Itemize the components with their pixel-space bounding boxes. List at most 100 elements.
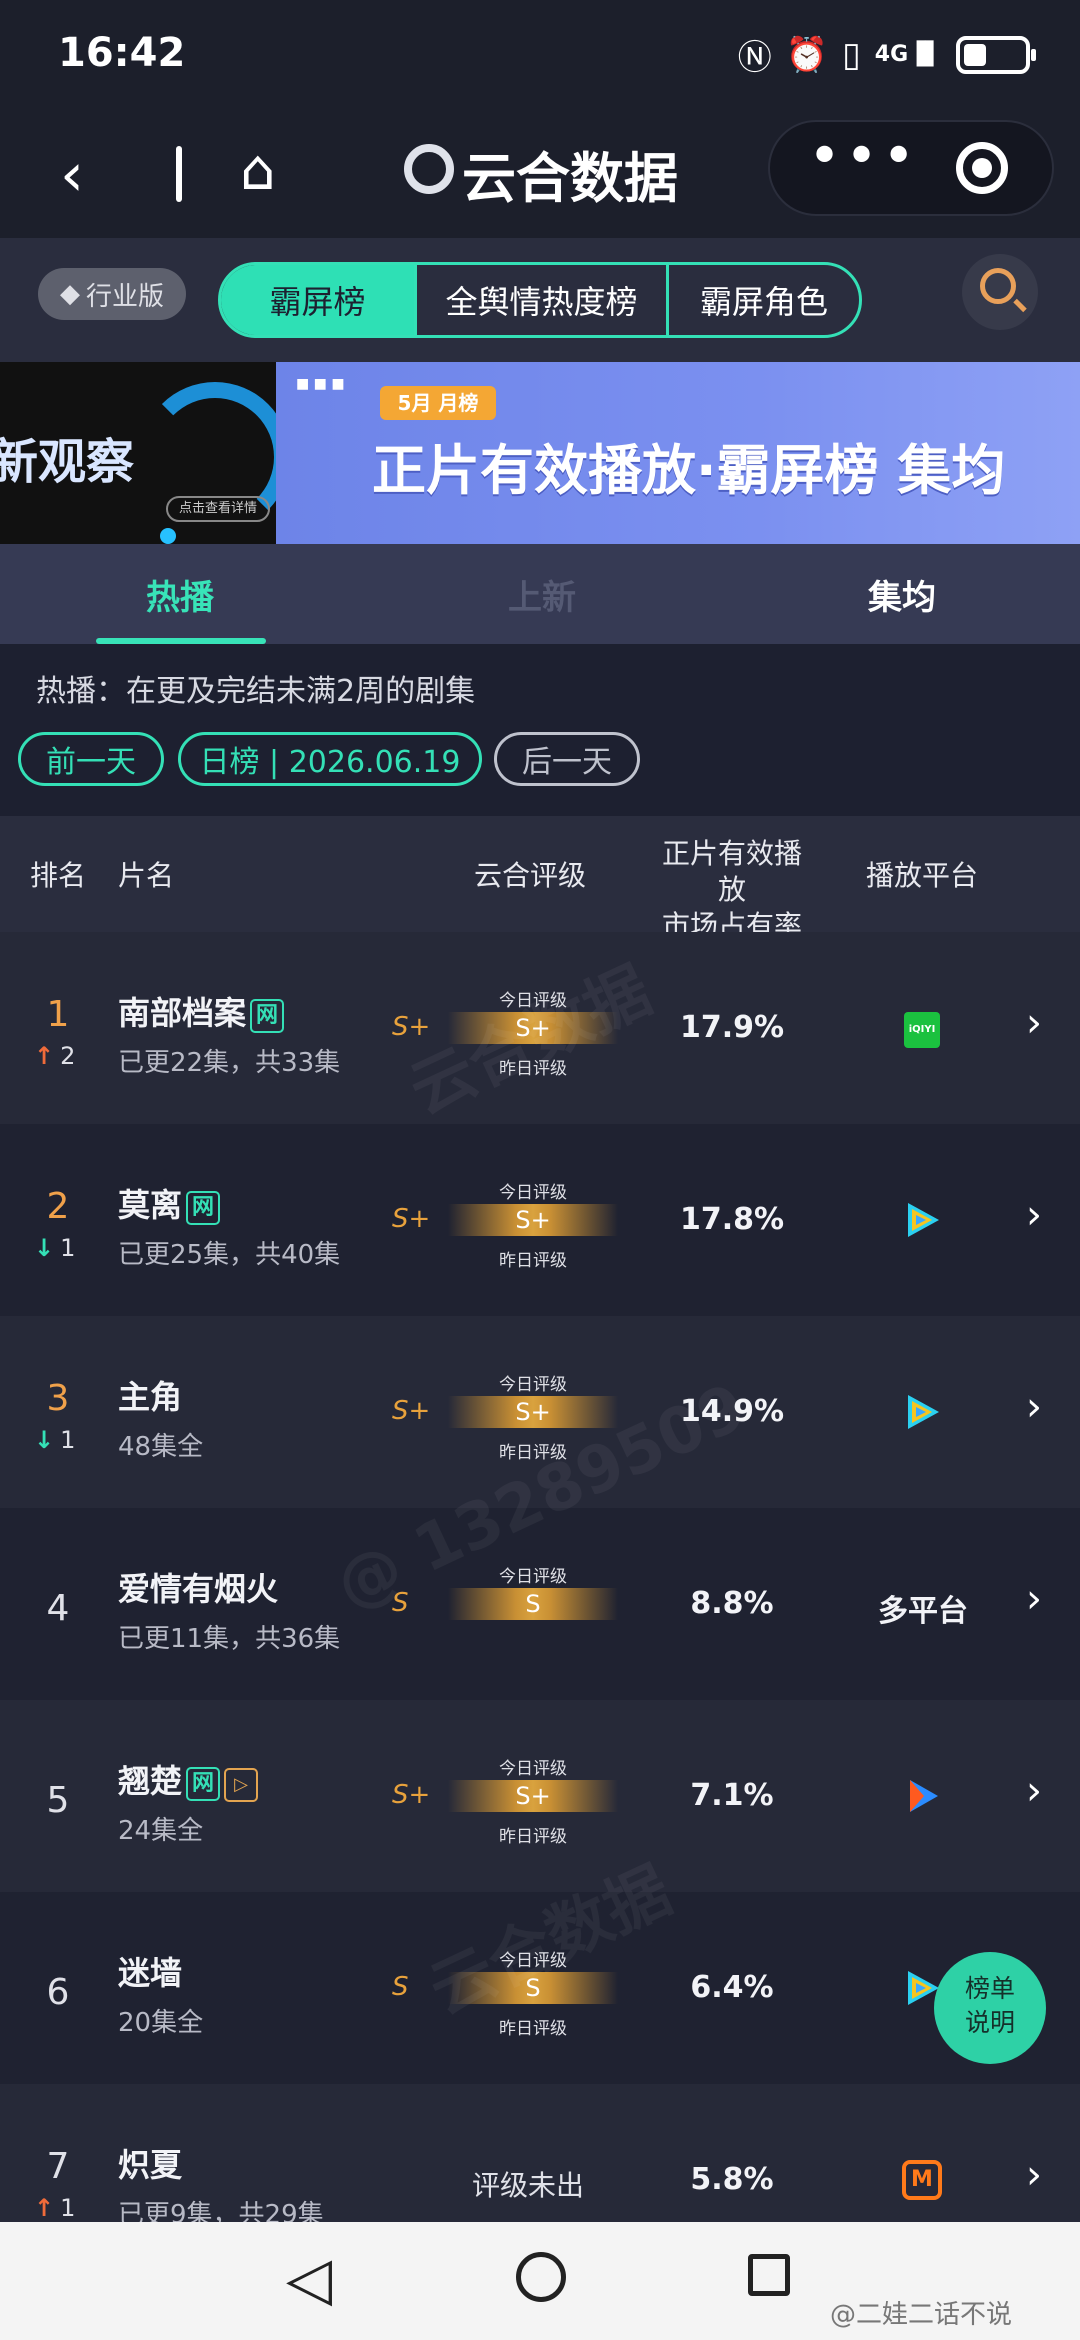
rank-number: 6	[46, 1972, 70, 2013]
rank-change-value: 1	[60, 2194, 76, 2222]
chevron-right-icon[interactable]: ›	[1026, 1192, 1042, 1238]
show-title: 翘楚网 ▷	[118, 1756, 259, 1802]
tab-per-episode[interactable]: 集均	[868, 570, 936, 619]
market-share: 8.8%	[690, 1586, 774, 1621]
banner-headline: 正片有效播放·霸屏榜 集均	[372, 439, 1006, 502]
chevron-right-icon[interactable]: ›	[1026, 1576, 1042, 1622]
iqiyi-icon: iQIYI	[904, 1012, 940, 1048]
show-title-text: 爱情有烟火	[118, 1570, 279, 1608]
tencent-video-icon	[902, 1200, 942, 1240]
status-time: 16:42	[58, 30, 186, 76]
banner-page-dots: ■ ■ ■	[296, 376, 345, 392]
yunhe-logo-icon	[404, 144, 454, 194]
filter-row: ◆ 行业版 霸屏榜 全舆情热度榜 霸屏角色	[0, 238, 1080, 362]
episode-count: 24集全	[118, 1816, 204, 1846]
home-icon[interactable]: ⌂	[240, 138, 276, 203]
web-drama-badge: 网	[250, 999, 285, 1033]
list-explanation-button[interactable]: 榜单 说明	[934, 1952, 1046, 2064]
exclusive-badge: ▷	[224, 1768, 259, 1802]
episode-count: 48集全	[118, 1432, 204, 1462]
mini-program-nav: ‹ ⌂ 云合数据 •••	[0, 110, 1080, 238]
yesterday-rating-label: 昨日评级	[499, 2019, 567, 2039]
system-home-icon[interactable]	[516, 2252, 566, 2302]
yesterday-grade: S+	[392, 1204, 431, 1234]
yesterday-grade: S+	[392, 1780, 431, 1810]
rank-change: ↑ 2	[34, 1042, 75, 1070]
segment-bapingbang[interactable]: 霸屏榜	[221, 265, 417, 335]
market-share: 6.4%	[690, 1970, 774, 2005]
segment-bapingjuese[interactable]: 霸屏角色	[669, 265, 859, 335]
rank-number: 5	[46, 1780, 70, 1821]
tab-new[interactable]: 上新	[508, 570, 576, 619]
chevron-right-icon[interactable]: ›	[1026, 1000, 1042, 1046]
list-tabs: 热播 上新 集均	[0, 544, 1080, 644]
show-title: 莫离网	[118, 1180, 221, 1226]
system-back-icon[interactable]: ◁	[286, 2244, 332, 2314]
rank-change: ↓ 1	[34, 1234, 75, 1262]
search-button[interactable]	[962, 254, 1038, 330]
close-miniprogram-icon[interactable]	[956, 142, 1008, 194]
episode-count: 20集全	[118, 2008, 204, 2038]
youku-icon	[902, 1776, 942, 1816]
today-rating-label: 今日评级	[499, 1183, 567, 1203]
tencent-video-icon	[902, 1392, 942, 1432]
info-area: 热播：在更及完结未满2周的剧集 前一天 日榜 | 2026.06.19 后一天	[0, 644, 1080, 816]
chevron-right-icon[interactable]: ›	[1026, 1384, 1042, 1430]
rank-number: 4	[46, 1588, 70, 1629]
header-platform: 播放平台	[866, 859, 979, 892]
tab-hot[interactable]: 热播	[146, 570, 214, 619]
rating-pending: 评级未出	[472, 2169, 585, 2202]
more-icon[interactable]: •••	[808, 124, 919, 189]
status-icons: Ⓝ ⏰ ▯ 4G▐▌	[737, 30, 1036, 79]
vibrate-icon: ▯	[842, 34, 861, 75]
system-recents-icon[interactable]	[748, 2254, 790, 2296]
chevron-right-icon[interactable]: ›	[1026, 1768, 1042, 1814]
table-row[interactable]: 2 ↓ 1 莫离网已更25集，共40集 S+ 今日评级 S+ 昨日评级 17.8% ›	[0, 1124, 1080, 1316]
rank-change: ↓ 1	[34, 1426, 75, 1454]
rating-bar: S	[448, 1588, 618, 1620]
rating-bar: S+	[448, 1204, 618, 1236]
system-nav-bar: ◁ @二娃二话不说	[0, 2222, 1080, 2340]
weibo-credit: @二娃二话不说	[830, 2300, 1013, 2330]
rank-change: ↑ 1	[34, 2194, 75, 2222]
chevron-right-icon[interactable]: ›	[1026, 2152, 1042, 2198]
show-title-text: 炽夏	[118, 2146, 183, 2184]
today-grade: S+	[515, 1398, 551, 1426]
back-icon[interactable]: ‹	[60, 140, 84, 210]
nfc-icon: Ⓝ	[737, 38, 772, 78]
date-selector[interactable]: 日榜 | 2026.06.19	[178, 732, 482, 786]
industry-edition-label: 行业版	[85, 281, 164, 312]
table-row[interactable]: 5 翘楚网 ▷ 24集全 S+ 今日评级 S+ 昨日评级 7.1% ›	[0, 1700, 1080, 1892]
show-title: 迷墙	[118, 1948, 182, 1994]
yesterday-rating-label: 昨日评级	[499, 1827, 567, 1847]
rank-change-value: 1	[60, 1426, 76, 1454]
mango-tv-icon: M	[902, 2160, 942, 2200]
arrow-up-icon: ↑	[34, 1042, 55, 1070]
battery-icon	[956, 35, 1036, 74]
app-title: 云合数据	[462, 147, 678, 210]
promo-banner[interactable]: 新观察 点击查看详情 ■ ■ ■ 5月 月榜 正片有效播放·霸屏榜 集均	[0, 362, 1080, 544]
show-title: 主角	[118, 1372, 182, 1418]
banner-detail-button[interactable]: 点击查看详情	[166, 496, 270, 522]
rank-change-value: 1	[60, 1234, 76, 1262]
banner-dot	[160, 528, 176, 544]
segment-quanyuqing[interactable]: 全舆情热度榜	[417, 265, 669, 335]
episode-count: 已更22集，共33集	[118, 1048, 341, 1078]
arrow-down-icon: ↓	[34, 1426, 55, 1454]
today-grade: S	[525, 1590, 541, 1618]
web-drama-badge: 网	[186, 1767, 221, 1801]
prev-day-button[interactable]: 前一天	[18, 732, 164, 786]
show-title-text: 翘楚	[118, 1762, 183, 1800]
next-day-button[interactable]: 后一天	[494, 732, 640, 786]
search-icon	[980, 268, 1016, 304]
4g-signal-icon: 4G▐▌	[874, 42, 942, 67]
rating-bar: S+	[448, 1396, 618, 1428]
arrow-down-icon: ↓	[34, 1234, 55, 1262]
nav-divider	[176, 146, 182, 202]
industry-edition-badge[interactable]: ◆ 行业版	[38, 268, 186, 320]
list-description: 热播：在更及完结未满2周的剧集	[36, 674, 476, 709]
show-title: 南部档案网	[118, 988, 285, 1034]
yesterday-grade: S	[392, 1972, 409, 2002]
banner-month-tag: 5月 月榜	[380, 386, 496, 420]
yesterday-grade: S+	[392, 1396, 431, 1426]
